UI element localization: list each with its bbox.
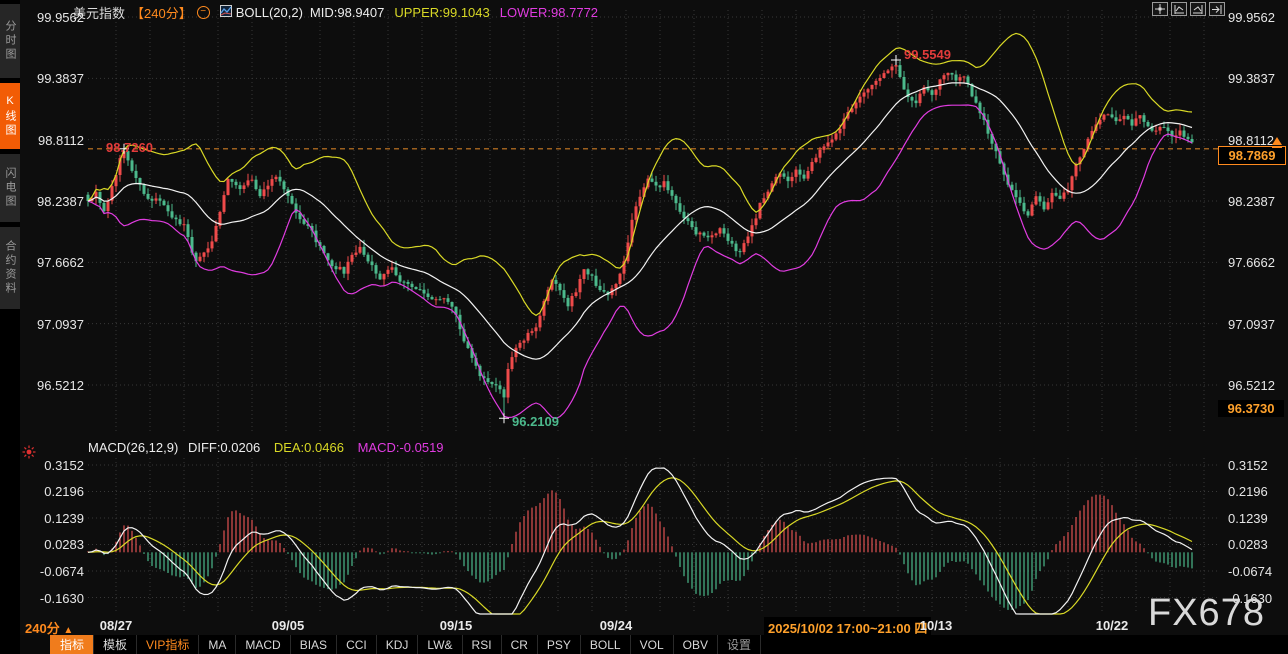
price-tick-label: 97.0937 [20,317,84,332]
macd-params: MACD(26,12,9) [88,440,178,455]
price-tick-label: 98.2387 [1228,194,1288,209]
price-tick-label: 97.0937 [1228,317,1288,332]
toolbar-item-KDJ[interactable]: KDJ [376,635,418,654]
macd-diff-value: DIFF:0.0206 [188,440,260,455]
toolbar-item-BOLL[interactable]: BOLL [580,635,630,654]
x-axis-date: 08/27 [100,618,133,633]
collapse-indicator-icon[interactable]: − [197,6,210,19]
macd-header: MACD(26,12,9) DIFF:0.0206 DEA:0.0466 MAC… [88,440,444,455]
price-tick-label: 99.9562 [1228,10,1288,25]
period-high-label: 99.5549 [904,47,951,62]
sidebar-item-contract-info[interactable]: 合约资料 [0,227,20,309]
toolbar-item-CR[interactable]: CR [501,635,537,654]
sidebar-item-time-chart[interactable]: 分时图 [0,4,20,78]
price-tick-label: 99.3837 [20,71,84,86]
macd-tick-label: 0.1239 [20,511,84,526]
period-low-label: 96.2109 [512,414,559,429]
macd-tick-label: -0.0674 [20,564,84,579]
x-axis-date: 10/13 [920,618,953,633]
toolbar-item-PSY[interactable]: PSY [537,635,580,654]
macd-tick-label: 0.3152 [1228,458,1288,473]
reference-price-label: 98.7260 [106,140,153,155]
price-tick-label: 99.3837 [1228,71,1288,86]
x-axis-date: 09/15 [440,618,473,633]
trading-app-window: 分时图 K线图 闪电图 合约资料 美元指数 【240分】 − BOLL(20,2… [0,0,1288,654]
pan-right-icon[interactable] [1209,2,1225,16]
toolbar-item-CCI[interactable]: CCI [336,635,376,654]
toolbar-item-指标[interactable]: 指标 [50,635,93,654]
chart-toolbox [1152,2,1225,16]
indicator-toolbar: 指标模板VIP指标MAMACDBIASCCIKDJLW&RSICRPSYBOLL… [20,635,1288,654]
macd-tick-label: -0.1630 [20,591,84,606]
chart-header: 美元指数 【240分】 − BOLL(20,2) MID:98.9407 UPP… [73,3,598,21]
zoom-axis-left-icon[interactable] [1171,2,1187,16]
macd-tick-label: 0.0283 [20,537,84,552]
period-label: 【240分】 [131,3,192,22]
indicator-chart-icon [220,5,232,20]
boll-upper-value: UPPER:99.1043 [394,5,489,20]
toolbar-item-VIP指标[interactable]: VIP指标 [136,635,198,654]
boll-params: BOLL(20,2) [236,5,303,20]
toolbar-item-BIAS[interactable]: BIAS [290,635,336,654]
toolbar-item-OBV[interactable]: OBV [673,635,717,654]
sidebar-item-kline-chart[interactable]: K线图 [0,83,20,149]
price-tick-label: 96.5212 [1228,378,1288,393]
x-axis-date: 10/22 [1096,618,1129,633]
toolbar-item-模板[interactable]: 模板 [93,635,136,654]
lower-price-box: 96.3730 [1218,400,1284,417]
chart-type-sidebar: 分时图 K线图 闪电图 合约资料 [0,0,20,654]
time-axis: 240分 ▲ 2025/10/02 17:00~21:00 四 08/2709/… [20,616,1288,635]
price-tick-label: 97.6662 [20,255,84,270]
macd-tick-label: 0.2196 [20,484,84,499]
macd-tick-label: 0.2196 [1228,484,1288,499]
toolbar-spacer [20,635,50,654]
toolbar-item-LW&[interactable]: LW& [417,635,461,654]
macd-dea-value: DEA:0.0466 [274,440,344,455]
toolbar-item-RSI[interactable]: RSI [462,635,501,654]
last-price-box: 98.7869 [1218,146,1286,165]
macd-hist-value: MACD:-0.0519 [358,440,444,455]
price-tick-label: 98.2387 [20,194,84,209]
zoom-axis-right-icon[interactable] [1190,2,1206,16]
toolbar-item-MA[interactable]: MA [198,635,235,654]
toolbar-item-VOL[interactable]: VOL [630,635,673,654]
boll-mid-value: MID:98.9407 [310,5,384,20]
price-tick-label: 97.6662 [1228,255,1288,270]
macd-tick-label: 0.1239 [1228,511,1288,526]
last-price-arrow-icon [1272,137,1282,145]
alert-icon[interactable] [22,445,36,464]
toolbar-item-MACD[interactable]: MACD [235,635,289,654]
candlestick-macd-canvas[interactable] [20,0,1288,616]
price-tick-label: 98.8112 [20,133,84,148]
macd-tick-label: 0.0283 [1228,537,1288,552]
price-tick-label: 99.9562 [20,10,84,25]
fx678-watermark: FX678 [1148,592,1265,635]
x-axis-date: 09/05 [272,618,305,633]
x-axis-date: 09/24 [600,618,633,633]
sidebar-item-lightning-chart[interactable]: 闪电图 [0,154,20,222]
crosshair-icon[interactable] [1152,2,1168,16]
macd-tick-label: -0.0674 [1228,564,1288,579]
chart-area: 美元指数 【240分】 − BOLL(20,2) MID:98.9407 UPP… [20,0,1288,654]
toolbar-item-设置[interactable]: 设置 [717,635,761,654]
price-tick-label: 96.5212 [20,378,84,393]
boll-lower-value: LOWER:98.7772 [500,5,598,20]
